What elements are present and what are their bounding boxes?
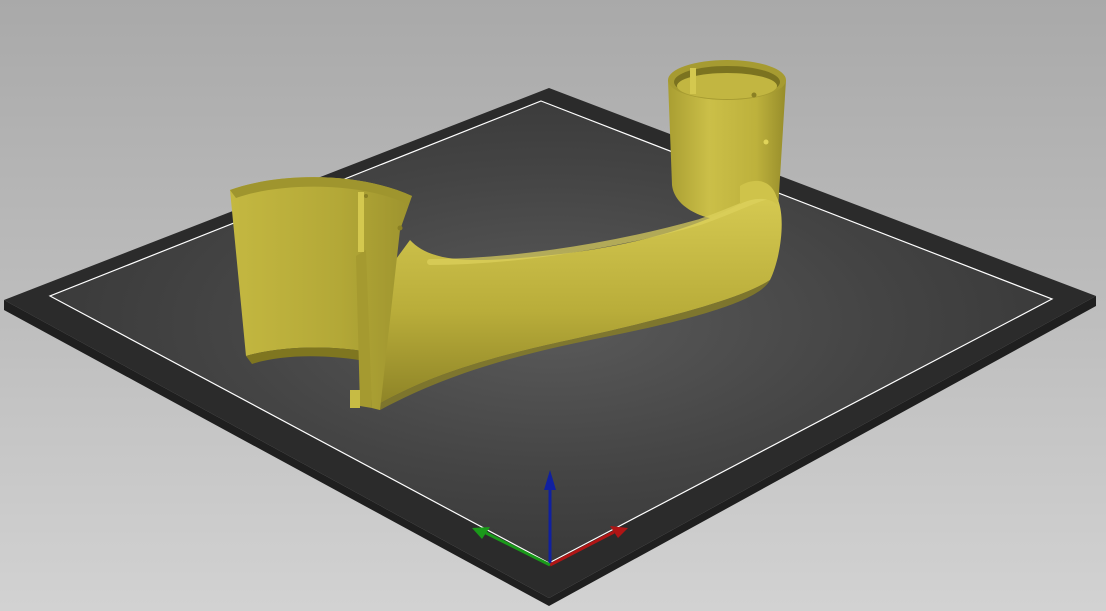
3d-viewport[interactable] (0, 0, 1106, 611)
scene-canvas[interactable] (0, 0, 1106, 611)
